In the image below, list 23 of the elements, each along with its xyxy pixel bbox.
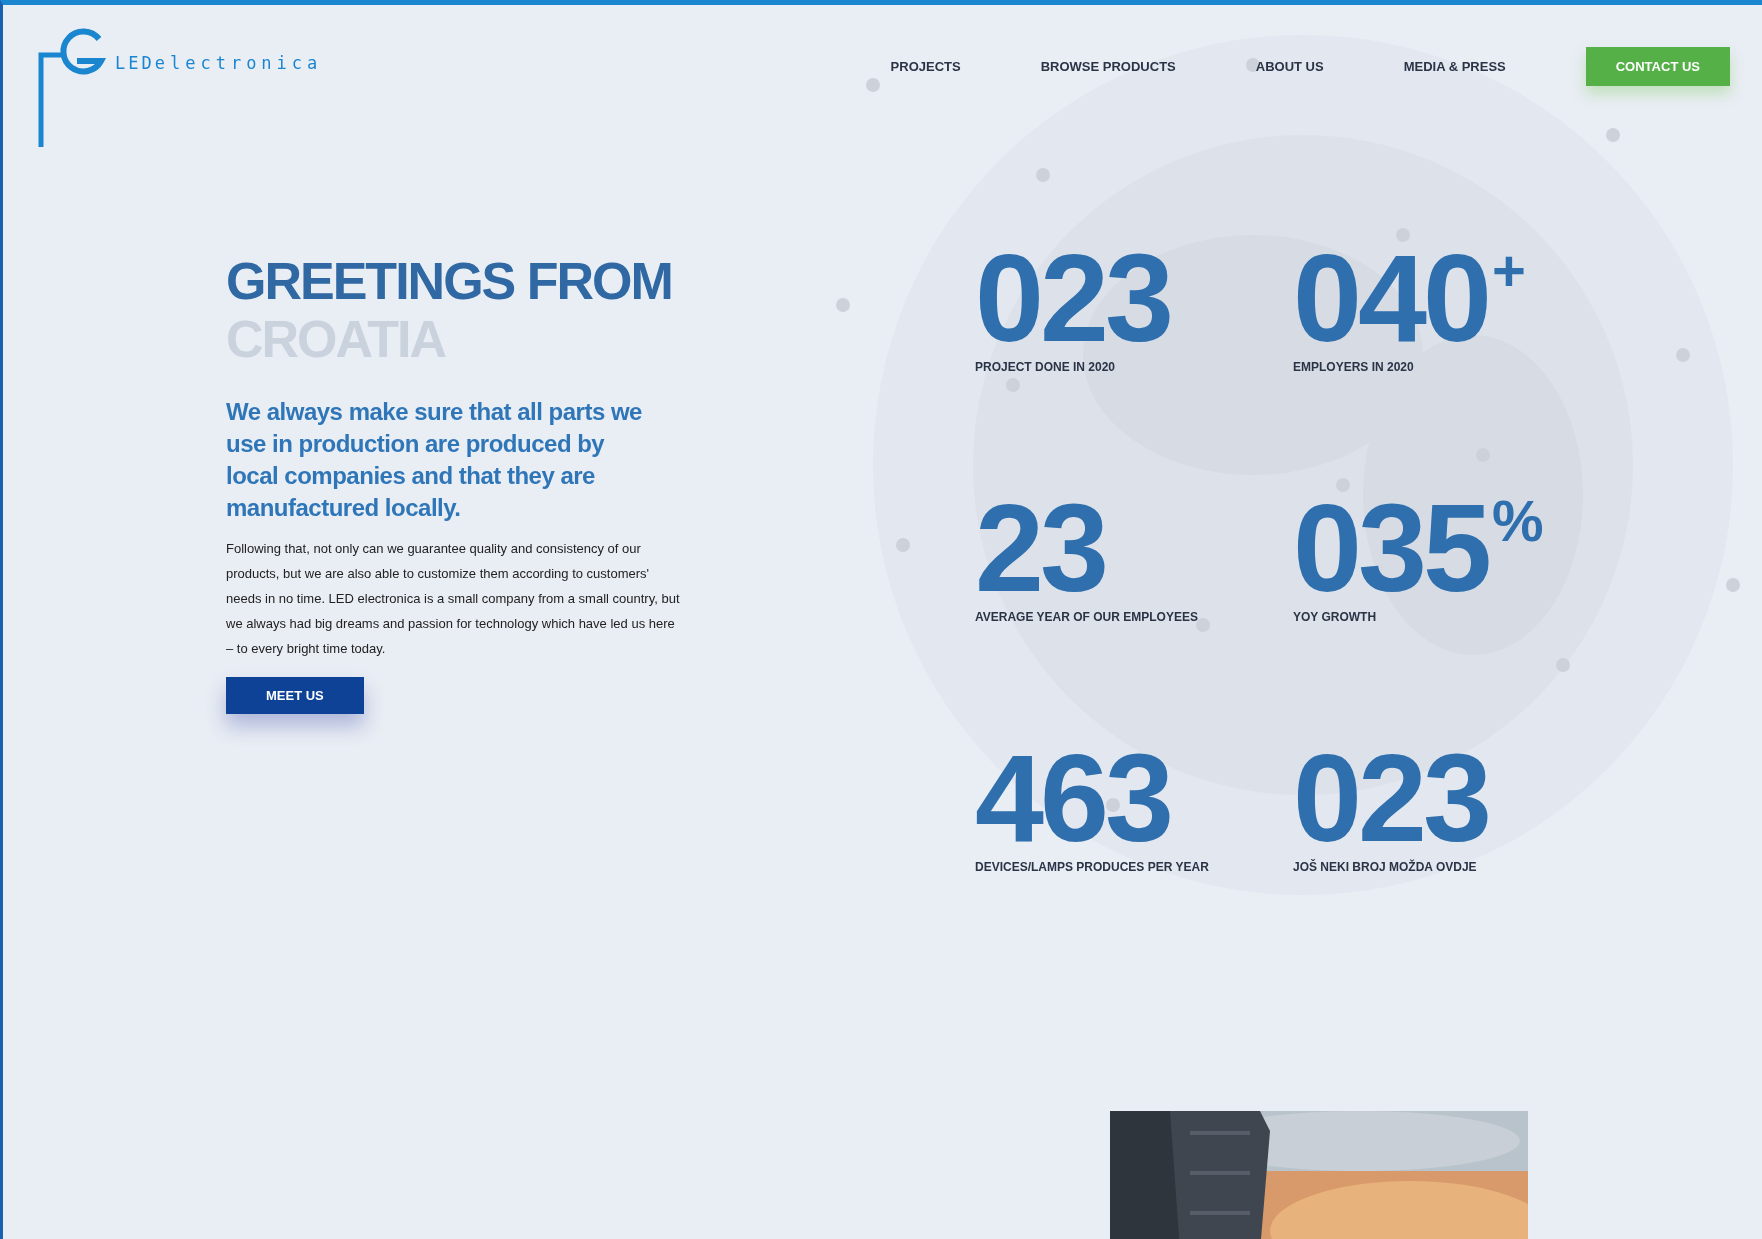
lead-text: We always make sure that all parts we use in production are produced by local companies and that they are manufactured locally. [226, 397, 643, 523]
stat-number: 463 [975, 742, 1170, 854]
nav-link[interactable]: PROJECTS [890, 59, 961, 74]
stat-label: PROJECT DONE IN 2020 [975, 360, 1117, 374]
stat-number: 023 [1293, 742, 1488, 854]
stat-number: 040 [1293, 242, 1488, 354]
logo-icon [37, 27, 109, 147]
nav-link[interactable]: BROWSE PRODUCTS [1040, 59, 1176, 74]
stat-label: JOŠ NEKI BROJ MOŽDA OVDJE [1293, 860, 1478, 874]
stat-number: 023 [975, 242, 1170, 354]
stat-label: DEVICES/LAMPS PRODUCES PER YEAR [975, 860, 1210, 874]
stat-suffix: % [1491, 492, 1544, 550]
meet-us-button[interactable]: MEET US [226, 677, 364, 714]
nav-link[interactable]: ABOUT US [1255, 59, 1324, 74]
stat-suffix: + [1491, 242, 1526, 300]
stat-label: AVERAGE YEAR OF OUR EMPLOYEES [975, 610, 1199, 624]
stat-number: 035 [1293, 492, 1488, 604]
body-text: Following that, not only can we guarantee quality and consistency of our products, but we are also able to customize them according to customers' needs in no time. LED electronica is a small company from a small country, but we always had big dreams and passion for technology which have led us here – to every bright time today. [226, 540, 681, 658]
hero-title: GREETINGS FROM [226, 252, 672, 310]
nav-link[interactable]: MEDIA & PRESS [1403, 59, 1506, 74]
stat-label: EMPLOYERS IN 2020 [1293, 360, 1415, 374]
stat-number: 23 [975, 492, 1105, 604]
stat-label: YOY GROWTH [1293, 610, 1378, 624]
